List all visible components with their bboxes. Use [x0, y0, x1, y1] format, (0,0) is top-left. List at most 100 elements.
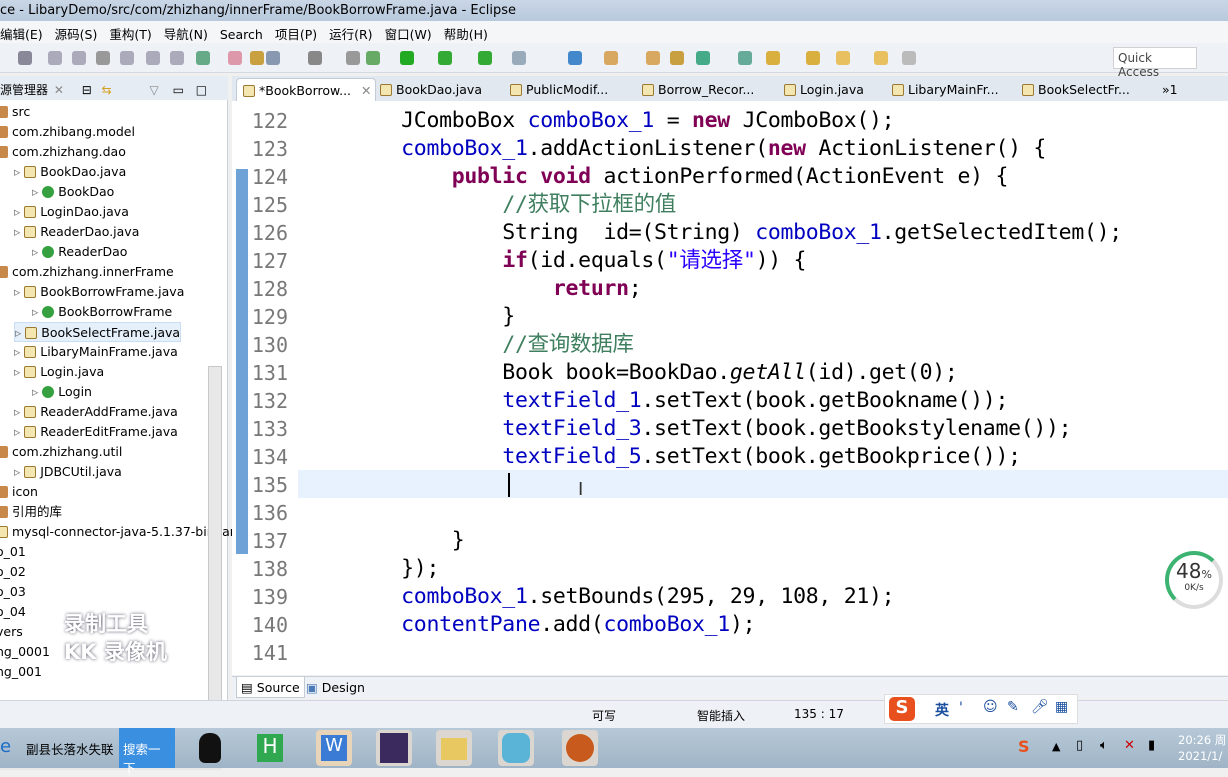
tree-item[interactable]: src: [0, 102, 30, 122]
tab-design[interactable]: ▣ Design: [306, 680, 365, 695]
ime-toolbar[interactable]: S 英 ' ☺ ✎ 🎤︎ ▦: [884, 694, 1078, 724]
debug-icon[interactable]: [400, 51, 414, 65]
menu-item[interactable]: Search: [214, 24, 269, 42]
menu-item[interactable]: 重构(T): [103, 21, 157, 43]
tree-item[interactable]: ▹ LoginDao.java: [14, 202, 129, 222]
tab-source[interactable]: ▤ Source: [236, 677, 305, 698]
globe-icon[interactable]: [738, 51, 752, 65]
expand-arrow-icon[interactable]: ▹: [32, 304, 42, 319]
new-server-icon[interactable]: [568, 51, 582, 65]
tray-signal-icon[interactable]: ▮: [1148, 738, 1155, 753]
code-editor[interactable]: 122 123 124 125 126 127 128 129 130 131 132 133 134 1…: [232, 101, 1228, 675]
tree-item[interactable]: com.zhizhang.dao: [0, 142, 126, 162]
ime-language-toggle[interactable]: 英: [935, 700, 949, 720]
collapse-all-icon[interactable]: ⊟: [82, 83, 92, 97]
new-java-class-icon[interactable]: [308, 51, 322, 65]
tree-item[interactable]: ▹ BookDao: [32, 182, 114, 202]
disconnect-icon[interactable]: [120, 51, 134, 65]
tree-item[interactable]: ▹ ReaderEditFrame.java: [14, 422, 178, 442]
step-into-icon[interactable]: [146, 51, 160, 65]
menu-item[interactable]: 窗口(W): [379, 21, 438, 43]
tree-item[interactable]: o_01: [0, 542, 26, 562]
save-all-icon[interactable]: [366, 51, 380, 65]
microphone-icon[interactable]: 🎤︎: [1031, 699, 1049, 715]
step-over-icon[interactable]: [170, 51, 184, 65]
tree-item[interactable]: ▹ Login.java: [14, 362, 104, 382]
new-icon[interactable]: [266, 51, 280, 65]
editor-tab[interactable]: LibaryMainFr...: [892, 78, 999, 101]
expand-arrow-icon[interactable]: ▹: [32, 184, 42, 199]
skip-breakpoints-icon[interactable]: [18, 51, 32, 65]
expand-arrow-icon[interactable]: ▹: [14, 224, 24, 239]
expand-arrow-icon[interactable]: ▹: [14, 404, 24, 419]
handwriting-icon[interactable]: ✎: [1007, 699, 1019, 715]
eclipse-javaee-icon[interactable]: [376, 730, 412, 766]
punctuation-icon[interactable]: ': [959, 700, 963, 716]
expand-arrow-icon[interactable]: ▹: [14, 344, 24, 359]
taskbar-search-button[interactable]: 搜索一下: [119, 728, 175, 776]
tree-item[interactable]: com.zhibang.model: [0, 122, 135, 142]
menu-item[interactable]: 编辑(E): [0, 21, 49, 43]
close-tab-icon[interactable]: ✕: [357, 83, 371, 98]
save-icon[interactable]: [346, 51, 360, 65]
editor-tab[interactable]: »1: [1162, 78, 1178, 101]
clock-date[interactable]: 2021/1/: [1178, 749, 1222, 763]
expand-arrow-icon[interactable]: ▹: [14, 464, 24, 479]
expand-arrow-icon[interactable]: ▹: [14, 164, 24, 179]
tree-item[interactable]: com.zhizhang.innerFrame: [0, 262, 174, 282]
menu-item[interactable]: 运行(R): [323, 21, 378, 43]
view-menu-icon[interactable]: ▽: [150, 83, 159, 97]
link-editor-icon[interactable]: ⇆: [102, 83, 112, 97]
search-icon[interactable]: [696, 51, 710, 65]
tree-item[interactable]: com.zhizhang.util: [0, 442, 122, 462]
toolbox-icon[interactable]: ▦: [1055, 699, 1068, 715]
expand-arrow-icon[interactable]: ▹: [14, 424, 24, 439]
recorder-app-icon[interactable]: [498, 730, 534, 766]
expand-arrow-icon[interactable]: ▹: [14, 364, 24, 379]
explorer-vertical-scrollbar[interactable]: [208, 366, 222, 716]
file-explorer-icon[interactable]: [436, 730, 472, 766]
tray-expand-icon[interactable]: ▲: [1052, 740, 1060, 753]
run-coverage-icon[interactable]: [478, 51, 492, 65]
tree-item[interactable]: ▹ ReaderDao: [32, 242, 127, 262]
expand-arrow-icon[interactable]: ▹: [32, 384, 42, 399]
tree-item[interactable]: ng_0001: [0, 642, 50, 662]
tree-item[interactable]: ▹ LibaryMainFrame.java: [14, 342, 178, 362]
tree-item[interactable]: ▹ BookDao.java: [14, 162, 126, 182]
expand-arrow-icon[interactable]: ▹: [32, 244, 42, 259]
tray-volume-icon[interactable]: 🔈︎: [1100, 738, 1108, 753]
step-return-icon[interactable]: [196, 51, 210, 65]
previous-annotation-icon[interactable]: [836, 51, 850, 65]
close-icon[interactable]: ✕: [54, 83, 64, 97]
expand-arrow-icon[interactable]: ▹: [15, 325, 25, 340]
menu-item[interactable]: 项目(P): [269, 21, 323, 43]
tray-network-icon[interactable]: ✕: [1124, 738, 1135, 753]
clock-time[interactable]: 20:26 周: [1178, 732, 1226, 748]
hbuilder-icon[interactable]: H: [252, 730, 288, 766]
task-icon[interactable]: [766, 51, 780, 65]
tray-device-icon[interactable]: ▯: [1076, 738, 1083, 753]
expand-arrow-icon[interactable]: ▹: [14, 284, 24, 299]
editor-tab[interactable]: *BookBorrow... ✕: [236, 78, 376, 101]
tree-item[interactable]: ▹ JDBCUtil.java: [14, 462, 122, 482]
menu-item[interactable]: 源码(S): [49, 21, 104, 43]
resume-icon[interactable]: [48, 51, 62, 65]
tree-item[interactable]: ▹ ReaderDao.java: [14, 222, 139, 242]
editor-tab[interactable]: BookSelectFr...: [1022, 78, 1130, 101]
terminate-icon[interactable]: [96, 51, 110, 65]
taskbar-search-text[interactable]: 副县长落水失联: [26, 739, 114, 758]
tree-item[interactable]: icon: [0, 482, 38, 502]
menu-item[interactable]: 导航(N): [158, 21, 214, 43]
suspend-icon[interactable]: [72, 51, 86, 65]
use-step-filters-icon[interactable]: [250, 51, 264, 65]
run-icon[interactable]: [438, 51, 452, 65]
network-speed-gauge[interactable]: 48% 0K/s: [1165, 551, 1223, 609]
tray-sogou-icon[interactable]: S: [1018, 737, 1030, 756]
editor-tab[interactable]: BookDao.java: [380, 78, 482, 101]
next-annotation-icon[interactable]: [806, 51, 820, 65]
maximize-icon[interactable]: □: [196, 83, 207, 97]
wps-icon[interactable]: W: [316, 730, 352, 766]
tree-item[interactable]: o_04: [0, 602, 26, 622]
tree-item[interactable]: ▹ Login: [32, 382, 92, 402]
minimize-icon[interactable]: ▭: [173, 83, 184, 97]
